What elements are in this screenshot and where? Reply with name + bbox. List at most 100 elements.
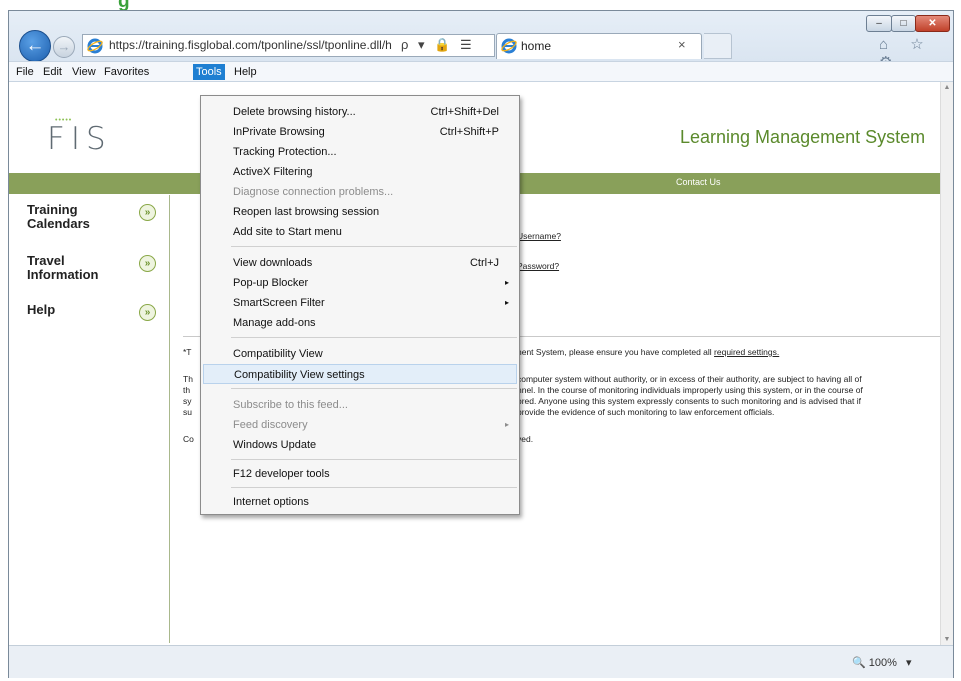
menu-separator	[231, 459, 517, 460]
menu-item-label: Subscribe to this feed...	[233, 399, 348, 411]
menu-item-f12-developer-tools[interactable]: F12 developer tools	[201, 464, 519, 484]
close-window-button[interactable]: ✕	[915, 15, 950, 32]
forward-button[interactable]: →	[53, 36, 75, 58]
notice-text-prefix: nent System, please ensure you have comp…	[517, 347, 715, 357]
menu-item-label: Manage add-ons	[233, 317, 316, 329]
menu-item-label: SmartScreen Filter	[233, 297, 325, 309]
fis-logo: FIS	[47, 121, 112, 157]
screenshot-root: g – □ ✕ ← → https://training.fisglobal.c…	[0, 0, 961, 681]
para-left-1: Th	[183, 374, 193, 384]
menu-item-smartscreen-filter[interactable]: SmartScreen Filter ▸	[201, 293, 519, 313]
notice-text: nent System, please ensure you have comp…	[517, 347, 779, 357]
menu-item-label: Add site to Start menu	[233, 226, 342, 238]
menu-favorites[interactable]: Favorites	[101, 64, 152, 80]
ie-logo-icon	[87, 38, 103, 54]
menu-item-label: Delete browsing history...	[233, 106, 356, 118]
forgot-password-link[interactable]: Password?	[517, 261, 559, 271]
forgot-username-link[interactable]: Username?	[517, 231, 561, 241]
maximize-button[interactable]: □	[891, 15, 916, 32]
scroll-down-icon[interactable]: ▼	[941, 636, 953, 643]
menu-item-label: Compatibility View	[233, 348, 323, 360]
menu-edit[interactable]: Edit	[40, 64, 65, 80]
minimize-button[interactable]: –	[866, 15, 892, 32]
menu-item-label: Pop-up Blocker	[233, 277, 309, 289]
menu-item-subscribe-feed: Subscribe to this feed...	[201, 395, 519, 415]
sidebar-divider	[169, 195, 170, 643]
site-title: Learning Management System	[680, 127, 926, 147]
menu-item-label: Tracking Protection...	[233, 146, 337, 158]
para-right-1: computer system without authority, or in…	[517, 374, 862, 384]
submenu-arrow-icon: ▸	[504, 420, 509, 429]
menu-separator	[231, 487, 517, 488]
menu-item-label: Internet options	[233, 496, 309, 508]
menu-item-shortcut: Ctrl+J	[469, 257, 499, 269]
submenu-arrow-icon: ▸	[504, 298, 509, 307]
menu-item-label: View downloads	[233, 257, 313, 269]
menu-separator	[231, 388, 517, 389]
menu-item-label: Diagnose connection problems...	[233, 186, 394, 198]
menu-item-label: F12 developer tools	[233, 468, 330, 480]
sidebar-item-travel-information[interactable]: Travel Information	[27, 254, 99, 282]
menu-item-label: Windows Update	[233, 439, 317, 451]
close-icon: ✕	[928, 18, 937, 29]
menu-item-reopen-last-session[interactable]: Reopen last browsing session	[201, 202, 519, 222]
maximize-icon: □	[900, 18, 907, 29]
menu-item-tracking-protection[interactable]: Tracking Protection...	[201, 142, 519, 162]
double-chevron-down-icon[interactable]: »	[139, 304, 156, 321]
menu-item-label: Reopen last browsing session	[233, 206, 380, 218]
menu-item-compatibility-view[interactable]: Compatibility View	[201, 344, 519, 364]
menu-item-shortcut: Ctrl+Shift+P	[439, 126, 499, 138]
close-tab-icon[interactable]: ×	[678, 37, 686, 52]
menu-item-windows-update[interactable]: Windows Update	[201, 435, 519, 455]
address-bar-tools[interactable]: ρ ▾ 🔒 ☰ ↻ ✕	[401, 34, 493, 74]
scroll-up-icon[interactable]: ▲	[941, 84, 953, 91]
chevron-down-icon: ▾	[905, 657, 912, 669]
menu-item-internet-options[interactable]: Internet options	[201, 492, 519, 512]
tools-menu-dropdown: Delete browsing history... Ctrl+Shift+Del…	[200, 95, 520, 515]
para-right-4: provide the evidence of such monitoring …	[517, 407, 775, 417]
menu-item-popup-blocker[interactable]: Pop-up Blocker ▸	[201, 273, 519, 293]
notice-fragment-left: *T	[183, 347, 192, 357]
menu-file[interactable]: File	[13, 64, 37, 80]
submenu-arrow-icon: ▸	[504, 278, 509, 287]
zoom-level: 100%	[868, 657, 897, 669]
menu-bar: File Edit View Favorites Tools Help	[9, 61, 953, 82]
menu-item-manage-addons[interactable]: Manage add-ons	[201, 313, 519, 333]
status-bar: 🔍 100% ▾	[9, 645, 953, 678]
zoom-control[interactable]: 🔍 100% ▾	[852, 656, 912, 669]
menu-separator	[231, 246, 517, 247]
menu-item-label: Feed discovery	[233, 419, 308, 431]
menu-item-view-downloads[interactable]: View downloads Ctrl+J	[201, 253, 519, 273]
menu-item-add-to-start[interactable]: Add site to Start menu	[201, 222, 519, 242]
para-right-3: ored. Anyone using this system expressly…	[517, 396, 861, 406]
para-left-3: sy	[183, 396, 192, 406]
menu-view[interactable]: View	[69, 64, 99, 80]
menu-item-compatibility-view-settings[interactable]: Compatibility View settings	[203, 364, 517, 384]
menu-item-delete-browsing-history[interactable]: Delete browsing history... Ctrl+Shift+Del	[201, 102, 519, 122]
menu-separator	[231, 337, 517, 338]
sidebar-item-training-calendars[interactable]: Training Calendars	[27, 203, 90, 231]
tab-home[interactable]: home	[496, 33, 702, 59]
menu-item-label: Compatibility View settings	[234, 369, 365, 381]
menu-item-inprivate-browsing[interactable]: InPrivate Browsing Ctrl+Shift+P	[201, 122, 519, 142]
double-chevron-down-icon[interactable]: »	[139, 204, 156, 221]
vertical-scrollbar[interactable]: ▲ ▼	[940, 82, 953, 645]
menu-help[interactable]: Help	[231, 64, 260, 80]
menu-item-feed-discovery: Feed discovery ▸	[201, 415, 519, 435]
menu-item-diagnose-connection: Diagnose connection problems...	[201, 182, 519, 202]
menu-tools[interactable]: Tools	[193, 64, 225, 80]
para-left-2: th	[183, 385, 191, 395]
double-chevron-down-icon[interactable]: »	[139, 255, 156, 272]
contact-us-link[interactable]: Contact Us	[676, 177, 721, 187]
menu-item-label: ActiveX Filtering	[233, 166, 313, 178]
browser-chrome: – □ ✕ ← → https://training.fisglobal.com…	[9, 11, 953, 83]
copyright-left: Co	[183, 434, 194, 444]
back-button[interactable]: ←	[19, 30, 51, 62]
required-settings-link[interactable]: required settings.	[714, 347, 779, 357]
menu-item-activex-filtering[interactable]: ActiveX Filtering	[201, 162, 519, 182]
tab-ie-logo-icon	[501, 38, 517, 54]
sidebar-item-help[interactable]: Help	[27, 303, 55, 317]
menu-item-label: InPrivate Browsing	[233, 126, 325, 138]
new-tab-button[interactable]	[704, 33, 732, 59]
minimize-icon: –	[876, 18, 882, 29]
